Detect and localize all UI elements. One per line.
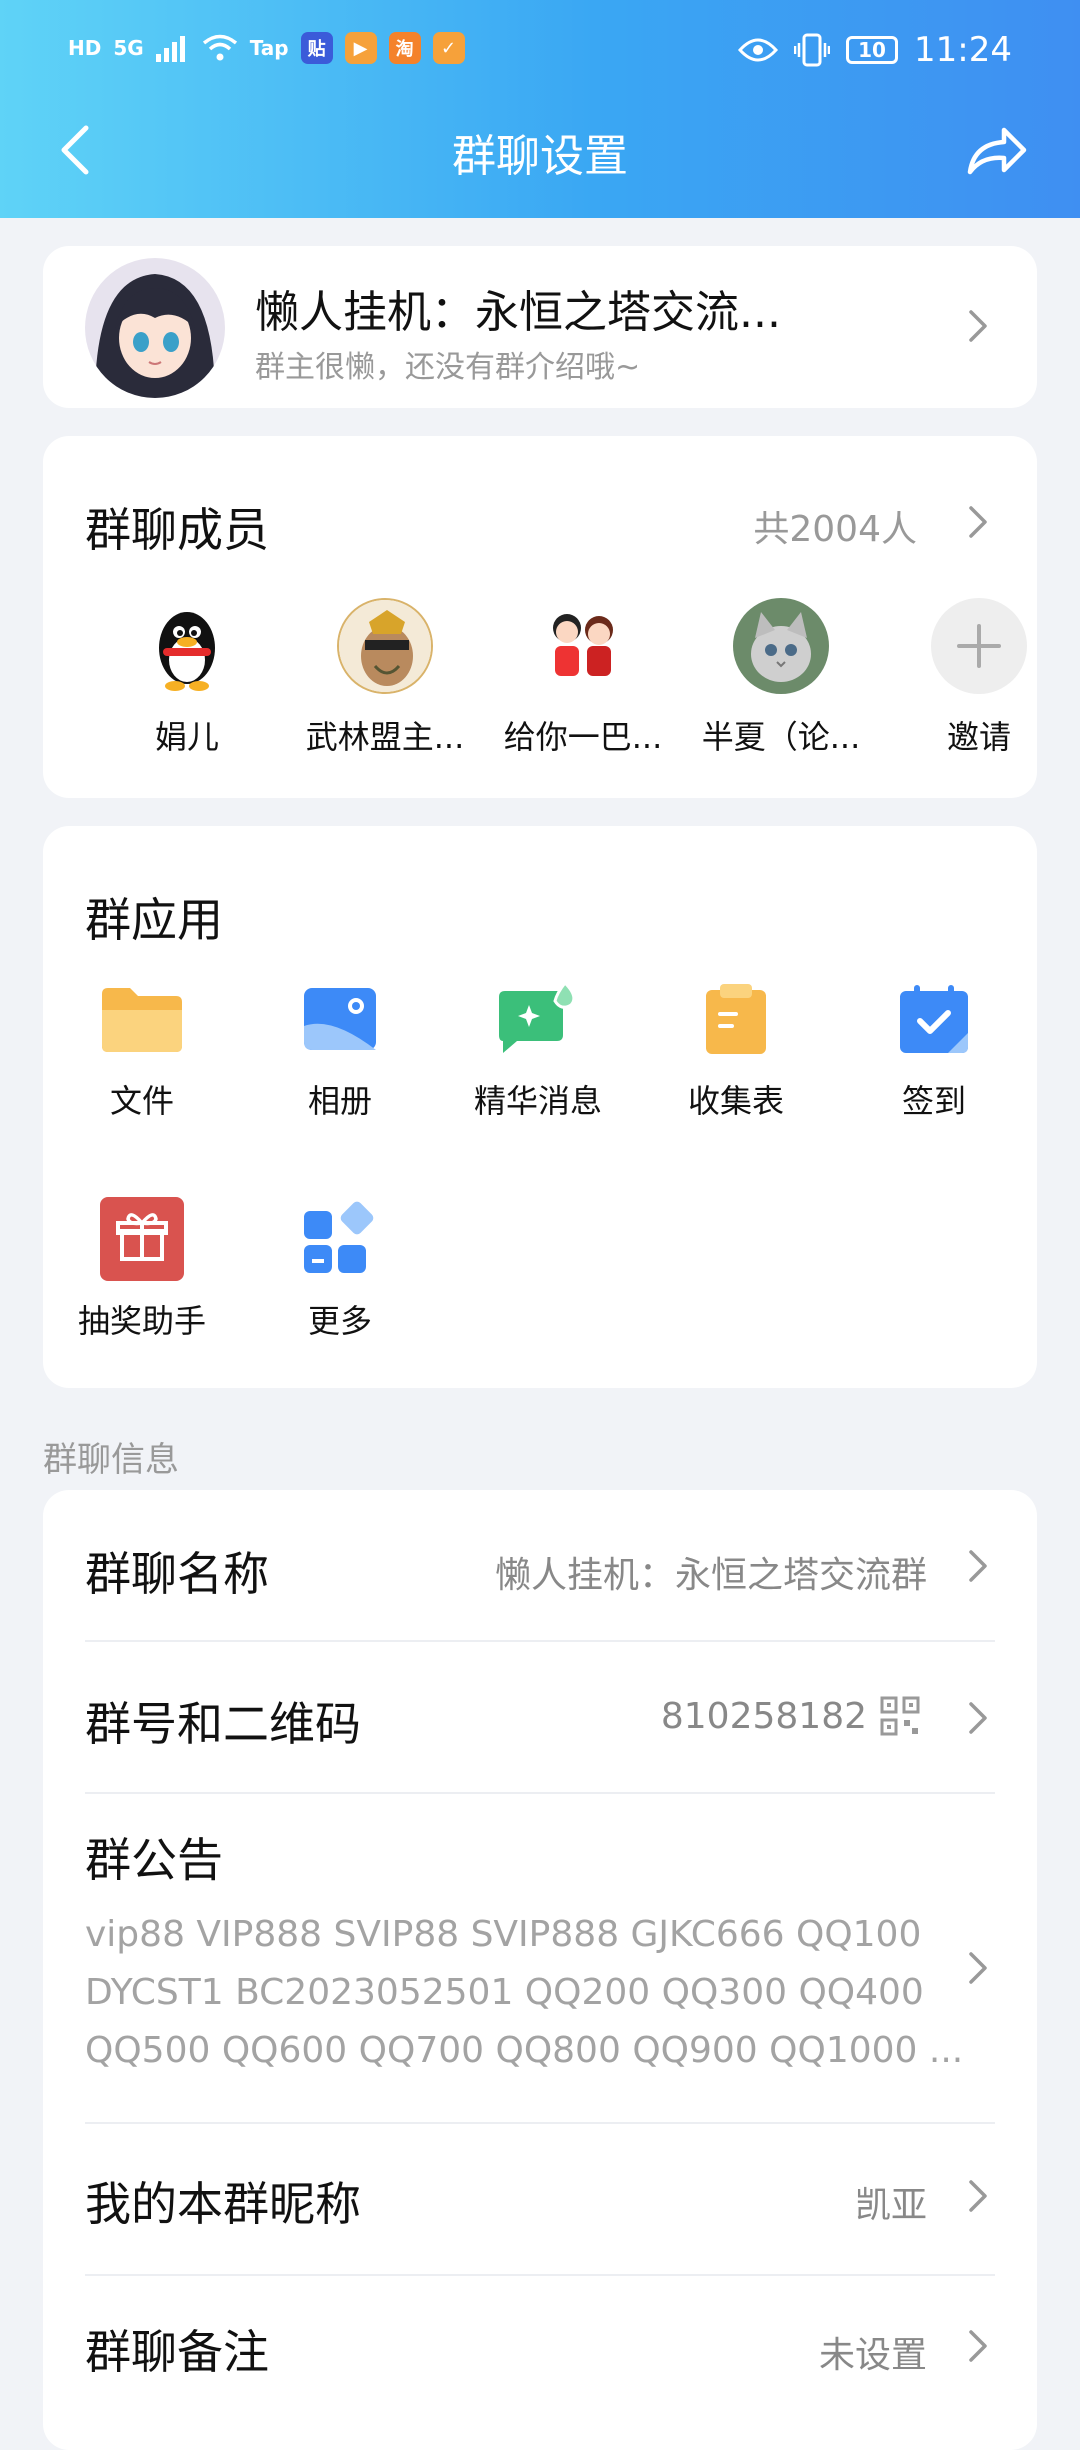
tap-app-label: Tap bbox=[249, 36, 289, 60]
app-label: 文件 bbox=[109, 1082, 174, 1120]
network-type: HD bbox=[68, 36, 102, 60]
gift-icon bbox=[99, 1196, 185, 1282]
app-label: 相册 bbox=[307, 1082, 372, 1120]
folder-icon bbox=[99, 976, 185, 1062]
member-name: 武林盟主... bbox=[305, 718, 465, 756]
app-files[interactable]: 文件 bbox=[43, 976, 241, 1122]
chevron-right-icon[interactable] bbox=[967, 504, 989, 540]
eye-icon bbox=[738, 38, 779, 62]
group-name-value: 懒人挂机：永恒之塔交流群 bbox=[494, 1555, 927, 1596]
group-number-key: 群号和二维码 bbox=[85, 1697, 361, 1751]
invite-button[interactable]: 邀请 bbox=[884, 598, 1074, 758]
app-icon-4: ✓ bbox=[432, 32, 465, 64]
signal-strength-icon bbox=[155, 36, 185, 62]
apps-title: 群应用 bbox=[85, 893, 223, 947]
member-count[interactable]: 共2004人 bbox=[753, 500, 917, 552]
group-avatar bbox=[85, 258, 225, 398]
group-name: 懒人挂机：永恒之塔交流... bbox=[255, 287, 781, 338]
app-album[interactable]: 相册 bbox=[241, 976, 439, 1122]
group-number-row[interactable]: 群号和二维码 810258182 bbox=[43, 1642, 1037, 1792]
group-profile-card[interactable]: 懒人挂机：永恒之塔交流... 群主很懒，还没有群介绍哦~ bbox=[43, 246, 1037, 408]
group-remark-row[interactable]: 群聊备注 未设置 bbox=[43, 2276, 1037, 2426]
app-label: 抽奖助手 bbox=[77, 1302, 206, 1340]
taobao-icon: 淘 bbox=[388, 32, 421, 64]
app-label: 精华消息 bbox=[473, 1082, 602, 1120]
member-name: 给你一巴... bbox=[503, 718, 663, 756]
signal-type: 5G bbox=[113, 36, 144, 60]
share-icon[interactable] bbox=[966, 124, 1028, 176]
status-bar: HD 5G Tap 贴 ▶ 淘 ✓ 10 11:24 bbox=[0, 26, 1080, 78]
app-icon-1: 贴 bbox=[300, 32, 333, 64]
member-list: 娟儿 武林盟主... 给你一巴... 半夏（论... 邀请 bbox=[43, 598, 1037, 758]
member-item[interactable]: 给你一巴... bbox=[488, 598, 678, 758]
more-apps-icon bbox=[297, 1196, 383, 1282]
chevron-right-icon bbox=[969, 1952, 987, 1984]
member-item[interactable]: 半夏（论... bbox=[686, 598, 876, 758]
plus-icon bbox=[931, 598, 1027, 694]
member-avatar bbox=[535, 598, 631, 694]
page-title: 群聊设置 bbox=[452, 131, 628, 182]
member-name: 半夏（论... bbox=[701, 718, 861, 756]
group-info-card: 群聊名称 懒人挂机：永恒之塔交流群 群号和二维码 810258182 群公告 v… bbox=[43, 1490, 1037, 2450]
my-nickname-key: 我的本群昵称 bbox=[85, 2177, 361, 2231]
album-icon bbox=[297, 976, 383, 1062]
group-number-value: 810258182 bbox=[660, 1696, 867, 1737]
app-collection-form[interactable]: 收集表 bbox=[637, 976, 835, 1122]
invite-label: 邀请 bbox=[946, 718, 1011, 756]
chevron-right-icon bbox=[969, 1702, 987, 1734]
app-highlights[interactable]: 精华消息 bbox=[439, 976, 637, 1122]
app-lottery[interactable]: 抽奖助手 bbox=[43, 1196, 241, 1342]
group-remark-value: 未设置 bbox=[818, 2335, 927, 2376]
member-item[interactable]: 武林盟主... bbox=[290, 598, 480, 758]
highlight-message-icon bbox=[495, 976, 581, 1062]
app-label: 更多 bbox=[307, 1302, 372, 1340]
vibrate-icon bbox=[794, 33, 831, 67]
clipboard-icon bbox=[693, 976, 779, 1062]
group-notice-row[interactable]: 群公告 vip88 VIP888 SVIP88 SVIP888 GJKC666 … bbox=[43, 1794, 1037, 2114]
member-avatar bbox=[337, 598, 433, 694]
chevron-right-icon bbox=[969, 2330, 987, 2362]
group-info-section-label: 群聊信息 bbox=[43, 1440, 179, 1480]
member-name: 娟儿 bbox=[154, 718, 219, 756]
group-description: 群主很懒，还没有群介绍哦~ bbox=[255, 350, 641, 385]
app-icon-2: ▶ bbox=[344, 32, 377, 64]
members-card: 群聊成员 共2004人 娟儿 武林盟主... 给你一巴... 半夏（论... 邀… bbox=[43, 436, 1037, 798]
my-nickname-row[interactable]: 我的本群昵称 凯亚 bbox=[43, 2124, 1037, 2274]
cat-avatar bbox=[733, 598, 829, 694]
my-nickname-value: 凯亚 bbox=[854, 2185, 927, 2226]
group-name-key: 群聊名称 bbox=[85, 1547, 269, 1601]
clock: 11:24 bbox=[914, 30, 1012, 70]
qr-code-icon[interactable] bbox=[880, 1696, 920, 1736]
battery-indicator: 10 bbox=[846, 36, 899, 64]
member-item[interactable]: 娟儿 bbox=[92, 598, 282, 758]
app-check-in[interactable]: 签到 bbox=[835, 976, 1033, 1122]
app-label: 签到 bbox=[901, 1082, 966, 1120]
group-name-row[interactable]: 群聊名称 懒人挂机：永恒之塔交流群 bbox=[43, 1490, 1037, 1640]
qq-penguin-avatar bbox=[139, 598, 235, 694]
wifi-icon bbox=[202, 34, 237, 61]
group-notice-text: vip88 VIP888 SVIP88 SVIP888 GJKC666 QQ10… bbox=[85, 1914, 964, 2071]
group-apps-card: 群应用 文件 相册 精华消息 收集表 签到 抽奖助手 更多 bbox=[43, 826, 1037, 1388]
nav-bar: 群聊设置 bbox=[0, 110, 1080, 190]
calendar-check-icon bbox=[891, 976, 977, 1062]
chevron-right-icon bbox=[969, 1550, 987, 1582]
app-more[interactable]: 更多 bbox=[241, 1196, 439, 1342]
group-notice-key: 群公告 bbox=[85, 1833, 223, 1887]
chevron-right-icon bbox=[969, 310, 987, 342]
app-header: HD 5G Tap 贴 ▶ 淘 ✓ 10 11:24 群聊设置 bbox=[0, 0, 1080, 218]
app-label: 收集表 bbox=[687, 1082, 784, 1120]
members-title: 群聊成员 bbox=[85, 503, 269, 557]
group-remark-key: 群聊备注 bbox=[85, 2325, 269, 2379]
chevron-right-icon bbox=[969, 2180, 987, 2212]
